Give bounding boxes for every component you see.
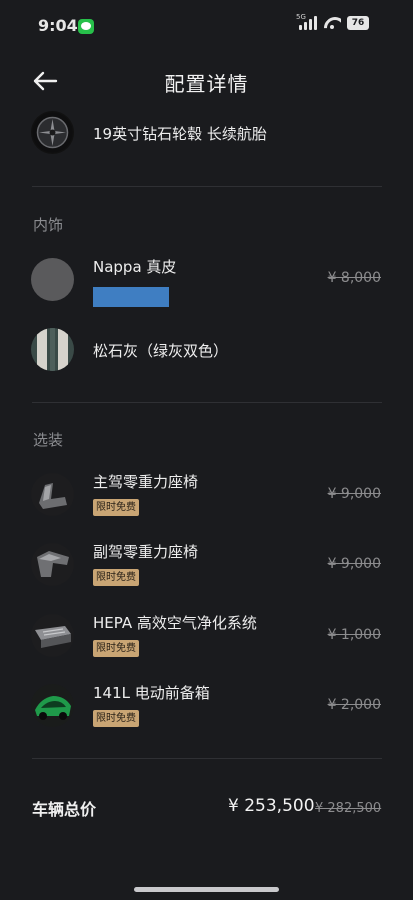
free-badge: 限时免费 <box>93 710 139 727</box>
wifi-icon <box>323 16 341 30</box>
option-thumbnail <box>31 684 74 727</box>
seat-icon <box>31 473 74 516</box>
interior-row-leather: Nappa 真皮 ¥ 8,000 <box>0 252 413 308</box>
home-indicator[interactable] <box>134 887 279 892</box>
total-label: 车辆总价 <box>32 800 97 819</box>
section-label-options: 选装 <box>33 431 64 449</box>
option-row: 141L 电动前备箱 限时免费 ¥ 2,000 <box>0 678 413 734</box>
wheel-thumbnail <box>31 111 74 154</box>
interior-row-color: 松石灰（绿灰双色） <box>0 322 413 378</box>
redacted-block <box>93 287 169 307</box>
interior-item-title: Nappa 真皮 <box>93 258 177 276</box>
option-price: ¥ 2,000 <box>327 697 381 713</box>
option-title: 副驾零重力座椅 <box>93 543 199 561</box>
option-title: HEPA 高效空气净化系统 <box>93 614 257 632</box>
page-title: 配置详情 <box>164 72 249 96</box>
section-label-interior: 内饰 <box>33 216 64 234</box>
option-title: 141L 电动前备箱 <box>93 684 210 702</box>
option-thumbnail <box>31 473 74 516</box>
battery-icon: 76 <box>347 16 369 30</box>
divider <box>32 402 382 403</box>
option-thumbnail <box>31 543 74 586</box>
option-title: 主驾零重力座椅 <box>93 473 199 491</box>
wechat-notification-icon <box>78 19 94 34</box>
air-purifier-icon <box>31 614 74 657</box>
total-price: ¥ 253,500 <box>228 796 315 816</box>
wheel-title: 19英寸钻石轮毂 长续航胎 <box>93 125 267 143</box>
wheel-icon <box>32 112 73 153</box>
status-bar: 9:04 5G 76 <box>0 0 413 52</box>
option-thumbnail <box>31 614 74 657</box>
status-time: 9:04 <box>38 16 78 35</box>
option-row: 副驾零重力座椅 限时免费 ¥ 9,000 <box>0 537 413 593</box>
free-badge: 限时免费 <box>93 640 139 657</box>
seat-icon <box>31 543 74 586</box>
two-tone-swatch-icon <box>31 328 74 371</box>
option-row: 主驾零重力座椅 限时免费 ¥ 9,000 <box>0 467 413 523</box>
status-indicators: 76 <box>299 16 369 30</box>
interior-item-price: ¥ 8,000 <box>327 270 381 286</box>
total-original-price: ¥ 282,500 <box>315 801 382 816</box>
interior-item-title: 松石灰（绿灰双色） <box>93 342 229 360</box>
signal-icon <box>299 16 317 30</box>
color-swatch <box>31 328 74 371</box>
free-badge: 限时免费 <box>93 499 139 516</box>
leather-swatch <box>31 258 74 301</box>
wheel-row: 19英寸钻石轮毂 长续航胎 <box>0 105 413 161</box>
car-frunk-icon <box>31 684 74 727</box>
divider <box>32 758 382 759</box>
free-badge: 限时免费 <box>93 569 139 586</box>
option-price: ¥ 9,000 <box>327 486 381 502</box>
divider <box>32 186 382 187</box>
option-price: ¥ 1,000 <box>327 627 381 643</box>
option-row: HEPA 高效空气净化系统 限时免费 ¥ 1,000 <box>0 608 413 664</box>
option-price: ¥ 9,000 <box>327 556 381 572</box>
